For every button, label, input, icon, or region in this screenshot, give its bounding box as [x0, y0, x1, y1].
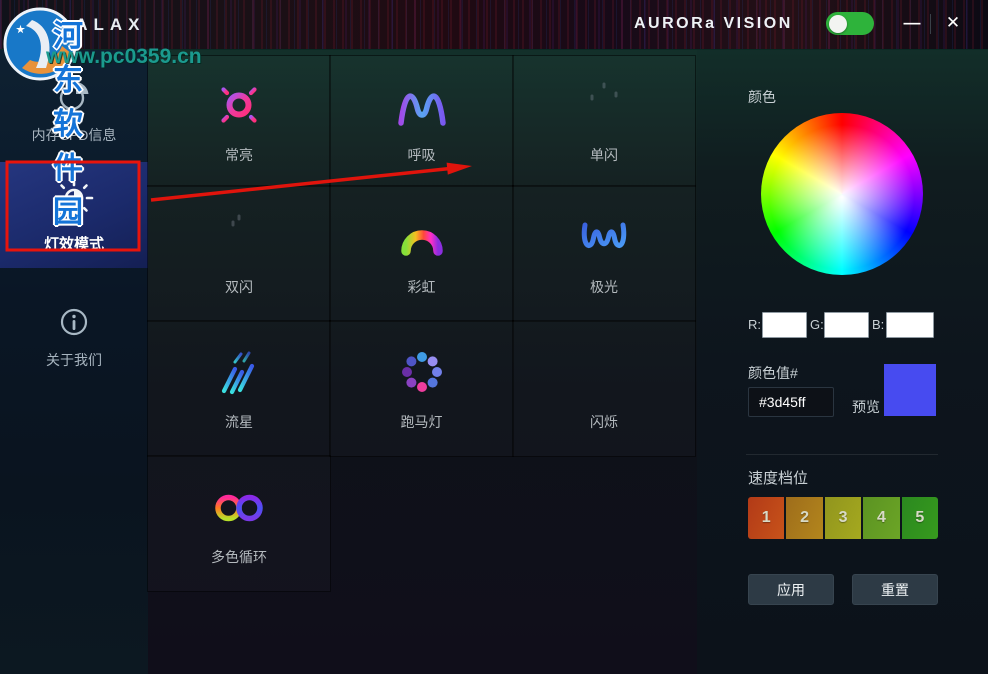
hex-input[interactable]	[748, 387, 834, 417]
color-section-label: 颜色	[748, 89, 776, 105]
color-panel: 颜色 R: G: B: 颜色值# 预览 速度档位 1 2 3 4 5 应用 重置	[697, 50, 988, 674]
g-input[interactable]	[824, 312, 869, 338]
sidebar-item-label: 灯效模式	[43, 236, 104, 253]
sidebar-item-label: 关于我们	[46, 352, 102, 368]
g-label: G:	[810, 317, 824, 332]
speed-selector: 1 2 3 4 5	[748, 497, 938, 539]
mode-meteor[interactable]: 流星	[147, 320, 331, 457]
app-window: GALAX AURORa VISION — ✕ 内存SPD信息 灯效模式 关于我…	[0, 0, 988, 674]
equalizer-icon	[584, 82, 624, 125]
close-button[interactable]: ✕	[938, 8, 968, 38]
speed-level-2[interactable]: 2	[786, 497, 823, 539]
led-power-toggle[interactable]	[826, 12, 874, 35]
mode-aurora[interactable]: 极光	[512, 185, 696, 322]
speed-level-1[interactable]: 1	[748, 497, 785, 539]
info-icon	[57, 305, 91, 344]
mode-label: 呼吸	[407, 146, 436, 163]
color-preview-swatch	[884, 364, 936, 416]
mode-label: 双闪	[225, 279, 253, 295]
mode-single-flash[interactable]: 单闪	[512, 55, 696, 187]
pie-chart-icon	[56, 78, 92, 119]
b-label: B:	[872, 317, 885, 332]
brand-logo-text: GALAX	[56, 15, 146, 34]
mode-grid-panel: 常亮 呼吸 单闪 双闪 彩虹 极光 流星 跑马灯 闪烁 多色循环	[147, 50, 697, 674]
speed-level-4[interactable]: 4	[863, 497, 900, 539]
mode-label: 跑马灯	[400, 414, 443, 430]
sidebar: 内存SPD信息 灯效模式 关于我们	[0, 50, 148, 674]
sidebar-item-label: 内存SPD信息	[31, 127, 117, 143]
reset-button[interactable]: 重置	[852, 574, 938, 605]
mode-label: 单闪	[590, 146, 618, 163]
speed-level-3[interactable]: 3	[824, 497, 862, 539]
mode-flicker[interactable]: 闪烁	[512, 320, 696, 457]
mode-marquee[interactable]: 跑马灯	[329, 320, 514, 457]
equalizer-icon	[586, 360, 623, 392]
mode-label: 多色循环	[211, 549, 267, 565]
apply-button[interactable]: 应用	[748, 574, 834, 605]
app-title: AURORa VISION	[634, 15, 793, 32]
r-label: R:	[748, 317, 761, 332]
titlebar-divider	[930, 14, 931, 34]
speed-level-5[interactable]: 5	[901, 497, 938, 539]
mode-label: 极光	[590, 279, 618, 295]
title-bar: GALAX AURORa VISION — ✕	[0, 0, 988, 50]
rainbow-arc-icon	[400, 230, 443, 256]
preview-label: 预览	[852, 399, 880, 415]
mode-label: 流星	[225, 414, 253, 430]
speed-section-label: 速度档位	[748, 470, 809, 487]
minimize-button[interactable]: —	[897, 8, 927, 38]
sidebar-item-spd-info[interactable]: 内存SPD信息	[0, 78, 148, 145]
meteor-streaks-icon	[221, 351, 255, 395]
wave-m-icon	[397, 93, 446, 126]
mode-breathing[interactable]: 呼吸	[329, 55, 514, 187]
panel-divider	[746, 454, 938, 455]
mode-grid: 常亮 呼吸 单闪 双闪 彩虹 极光 流星 跑马灯 闪烁 多色循环	[147, 55, 696, 592]
b-input[interactable]	[886, 312, 934, 338]
hex-label: 颜色值#	[748, 365, 798, 381]
sun-icon	[215, 80, 263, 129]
mode-double-flash[interactable]: 双闪	[147, 185, 331, 322]
aurora-wave-icon	[581, 222, 627, 249]
color-wheel[interactable]	[761, 113, 923, 275]
mode-rainbow[interactable]: 彩虹	[329, 185, 514, 322]
sidebar-item-light-mode[interactable]: 灯效模式	[0, 162, 148, 268]
mode-label: 彩虹	[407, 279, 436, 295]
brightness-icon	[51, 176, 97, 227]
r-input[interactable]	[762, 312, 807, 338]
mode-steady[interactable]: 常亮	[147, 55, 331, 187]
infinity-rainbow-icon	[215, 494, 263, 522]
toggle-knob	[829, 14, 847, 33]
mode-label: 闪烁	[590, 414, 618, 430]
equalizer-icon	[219, 214, 259, 257]
sidebar-item-about[interactable]: 关于我们	[0, 305, 148, 370]
dot-spinner-icon	[401, 352, 442, 392]
mode-color-cycle[interactable]: 多色循环	[147, 455, 331, 592]
mode-label: 常亮	[225, 146, 253, 163]
